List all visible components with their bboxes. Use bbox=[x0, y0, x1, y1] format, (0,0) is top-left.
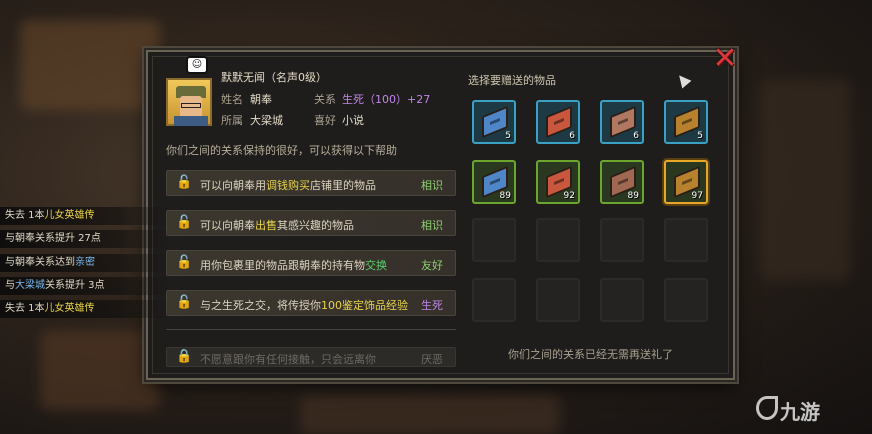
item-count: 6 bbox=[633, 131, 639, 141]
gift-item-slot[interactable]: 92 bbox=[536, 160, 580, 204]
hobby-label: 喜好 bbox=[314, 114, 336, 127]
perk-tier: 友好 bbox=[421, 259, 443, 272]
item-count: 97 bbox=[691, 191, 703, 201]
log-entry: 与大梁城关系提升 3点 bbox=[0, 277, 170, 295]
log-entry: 与朝奉关系达到亲密 bbox=[0, 254, 170, 272]
watermark-logo-icon bbox=[756, 396, 778, 420]
empty-gift-slot bbox=[536, 218, 580, 262]
divider bbox=[166, 329, 456, 330]
npc-fame-title: 默默无闻（名声0级） bbox=[221, 71, 327, 84]
item-count: 89 bbox=[627, 191, 639, 201]
unlock-icon: 🔓 bbox=[176, 255, 193, 270]
gift-item-slot[interactable]: 5 bbox=[472, 100, 516, 144]
empty-gift-slot bbox=[536, 278, 580, 322]
emote-bubble-icon: ☺ bbox=[186, 56, 208, 74]
perk-exchange: 🔓 用你包裹里的物品跟朝奉的持有物交换 友好 bbox=[166, 250, 456, 276]
perk-teach: 🔓 与之生死之交，将传授你100鉴定饰品经验 生死 bbox=[166, 290, 456, 316]
name-label: 姓名 bbox=[221, 93, 243, 106]
empty-gift-slot bbox=[664, 278, 708, 322]
empty-gift-slot bbox=[472, 278, 516, 322]
log-entry: 与朝奉关系提升 27点 bbox=[0, 230, 170, 248]
item-count: 5 bbox=[697, 131, 703, 141]
relation-label: 关系 bbox=[314, 93, 336, 106]
perk-tier: 生死 bbox=[421, 299, 443, 312]
book-icon bbox=[482, 105, 508, 139]
perk-buy: 🔓 可以向朝奉用调钱购买店铺里的物品 相识 bbox=[166, 170, 456, 196]
item-count: 5 bbox=[505, 131, 511, 141]
empty-gift-slot bbox=[664, 218, 708, 262]
unlock-icon: 🔓 bbox=[176, 175, 193, 190]
item-count: 92 bbox=[563, 191, 575, 201]
log-entry: 失去 1本儿女英雄传 bbox=[0, 207, 170, 225]
faction-label: 所属 bbox=[221, 114, 243, 127]
empty-gift-slot bbox=[472, 218, 516, 262]
close-button[interactable]: ✕ bbox=[709, 44, 741, 74]
npc-avatar bbox=[166, 78, 212, 126]
gift-item-slot[interactable]: 5 bbox=[664, 100, 708, 144]
book-icon bbox=[610, 105, 636, 139]
faction-value: 大梁城 bbox=[250, 114, 283, 127]
gift-item-slot[interactable]: 89 bbox=[600, 160, 644, 204]
watermark-text: 九游 bbox=[780, 400, 820, 424]
perk-tier: 厌恶 bbox=[421, 353, 443, 366]
item-count: 6 bbox=[569, 131, 575, 141]
gift-item-slot[interactable]: 6 bbox=[600, 100, 644, 144]
relation-intro-text: 你们之间的关系保持的很好，可以获得以下帮助 bbox=[166, 144, 397, 157]
book-icon bbox=[674, 105, 700, 139]
item-count: 89 bbox=[499, 191, 511, 201]
unlock-icon: 🔓 bbox=[176, 215, 193, 230]
perk-sell: 🔓 可以向朝奉出售其感兴趣的物品 相识 bbox=[166, 210, 456, 236]
lock-icon: 🔒 bbox=[176, 349, 193, 364]
gift-section-title: 选择要赠送的物品 bbox=[468, 74, 556, 87]
log-entry: 失去 1本儿女英雄传 bbox=[0, 300, 170, 318]
gift-item-slot[interactable]: 6 bbox=[536, 100, 580, 144]
gift-item-slot[interactable]: 97 bbox=[664, 160, 708, 204]
name-value: 朝奉 bbox=[250, 93, 272, 106]
perk-tier: 相识 bbox=[421, 219, 443, 232]
perk-tier: 相识 bbox=[421, 179, 443, 192]
gift-item-slot[interactable]: 89 bbox=[472, 160, 516, 204]
perk-hostile: 🔒 不愿意跟你有任何接触，只会远离你 厌恶 bbox=[166, 347, 456, 367]
empty-gift-slot bbox=[600, 278, 644, 322]
unlock-icon: 🔓 bbox=[176, 295, 193, 310]
book-icon bbox=[546, 105, 572, 139]
empty-gift-slot bbox=[600, 218, 644, 262]
hobby-value: 小说 bbox=[342, 114, 364, 127]
relation-value: 生死（100）+27 bbox=[342, 93, 431, 106]
gift-disabled-message: 你们之间的关系已经无需再送礼了 bbox=[508, 348, 673, 361]
